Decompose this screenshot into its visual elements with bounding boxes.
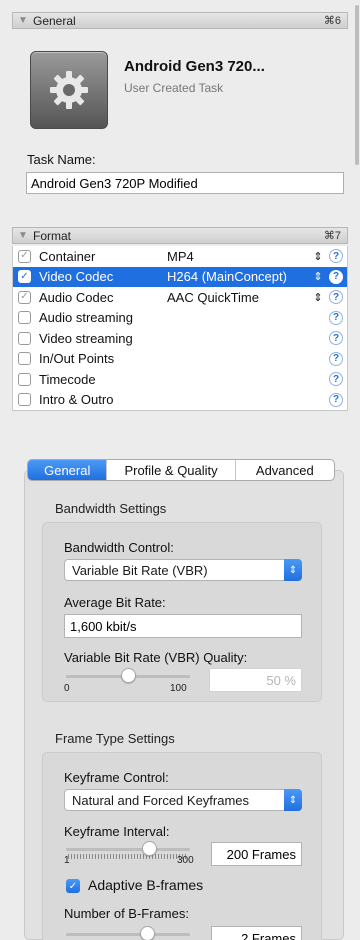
frame-type-group-title: Frame Type Settings xyxy=(55,731,175,746)
chevron-updown-icon: ⇕ xyxy=(284,789,302,811)
task-subtitle: User Created Task xyxy=(124,81,224,95)
format-row-label: Video Codec xyxy=(39,269,114,285)
format-row[interactable]: Intro & Outro? xyxy=(13,390,347,411)
disclosure-triangle-icon[interactable]: ▼ xyxy=(13,230,33,241)
format-row[interactable]: In/Out Points? xyxy=(13,349,347,370)
interval-slider-max: 300 xyxy=(177,855,194,866)
format-row-label: Audio Codec xyxy=(39,289,114,305)
keyframe-interval-slider-knob[interactable] xyxy=(142,841,158,856)
average-bit-rate-input[interactable] xyxy=(64,614,302,638)
keyframe-control-select[interactable]: Natural and Forced Keyframes ⇕ xyxy=(64,789,302,811)
general-shortcut: ⌘6 xyxy=(323,15,341,27)
format-row-label: Container xyxy=(39,248,96,264)
help-icon[interactable]: ? xyxy=(329,392,343,407)
format-row-label: Intro & Outro xyxy=(39,392,114,408)
chevron-updown-icon[interactable]: ⇕ xyxy=(311,250,325,263)
general-section-header[interactable]: ▼ General ⌘6 xyxy=(12,12,348,29)
gear-icon xyxy=(30,51,108,129)
bandwidth-group-title: Bandwidth Settings xyxy=(55,501,167,516)
bframes-input[interactable] xyxy=(211,926,302,940)
general-section-body: Android Gen3 720... User Created Task Ta… xyxy=(12,31,348,209)
bandwidth-control-value: Variable Bit Rate (VBR) xyxy=(72,562,208,578)
bandwidth-control-label: Bandwidth Control: xyxy=(64,540,174,555)
help-icon[interactable]: ? xyxy=(329,249,343,264)
chevron-updown-icon[interactable]: ⇕ xyxy=(311,291,325,304)
keyframe-interval-label: Keyframe Interval: xyxy=(64,824,170,839)
format-row-checkbox[interactable] xyxy=(18,393,31,407)
settings-tabs: General Profile & Quality Advanced xyxy=(27,459,335,481)
checkmark-icon[interactable]: ✓ xyxy=(18,270,31,284)
format-row-label: Timecode xyxy=(39,371,96,387)
format-row-checkbox[interactable] xyxy=(18,331,31,345)
tab-general[interactable]: General xyxy=(28,460,108,480)
format-list: ✓ Container MP4 ⇕? ✓ Video Codec H264 (MainCon… xyxy=(12,246,348,411)
format-shortcut: ⌘7 xyxy=(323,230,341,242)
task-name-label: Task Name: xyxy=(27,152,96,167)
bframes-slider[interactable] xyxy=(66,933,190,936)
help-icon[interactable]: ? xyxy=(329,372,343,387)
help-icon[interactable]: ? xyxy=(329,269,343,284)
vbr-quality-slider-knob[interactable] xyxy=(121,668,136,683)
general-section-title: General xyxy=(33,13,76,28)
keyframe-interval-ticks xyxy=(68,854,186,859)
format-row-label: Video streaming xyxy=(39,330,133,346)
help-icon[interactable]: ? xyxy=(329,351,343,366)
format-row-value[interactable]: AAC QuickTime xyxy=(167,290,311,305)
task-title: Android Gen3 720... xyxy=(124,58,265,75)
scrollbar[interactable] xyxy=(354,0,360,170)
tab-advanced[interactable]: Advanced xyxy=(236,460,334,480)
format-row-label: In/Out Points xyxy=(39,351,115,367)
help-icon[interactable]: ? xyxy=(329,310,343,325)
task-name-input[interactable] xyxy=(26,172,344,194)
format-row[interactable]: Audio streaming? xyxy=(13,308,347,329)
format-row-value[interactable]: MP4 xyxy=(167,249,311,264)
format-row-value[interactable]: H264 (MainConcept) xyxy=(167,269,311,284)
vbr-quality-label: Variable Bit Rate (VBR) Quality: xyxy=(64,650,248,665)
keyframe-control-label: Keyframe Control: xyxy=(64,770,169,785)
vbr-quality-input[interactable] xyxy=(209,668,302,692)
disclosure-triangle-icon[interactable]: ▼ xyxy=(13,15,33,26)
format-row-checkbox[interactable] xyxy=(18,352,31,366)
vbr-slider-min: 0 xyxy=(64,683,70,694)
keyframe-interval-slider[interactable] xyxy=(66,848,190,851)
average-bit-rate-label: Average Bit Rate: xyxy=(64,595,166,610)
format-row[interactable]: Timecode? xyxy=(13,369,347,390)
adaptive-bframes-label: Adaptive B-frames xyxy=(88,877,204,893)
chevron-updown-icon[interactable]: ⇕ xyxy=(311,270,325,283)
checkmark-icon[interactable]: ✓ xyxy=(18,290,31,304)
adaptive-bframes-checkbox[interactable]: ✓ xyxy=(66,879,80,893)
format-row-checkbox[interactable] xyxy=(18,311,31,325)
scrollbar-thumb[interactable] xyxy=(355,5,359,165)
format-section-header[interactable]: ▼ Format ⌘7 xyxy=(12,227,348,244)
vbr-slider-max: 100 xyxy=(170,683,187,694)
help-icon[interactable]: ? xyxy=(329,290,343,305)
format-section-title: Format xyxy=(33,228,72,243)
checkmark-icon[interactable]: ✓ xyxy=(18,249,31,263)
bandwidth-control-select[interactable]: Variable Bit Rate (VBR) ⇕ xyxy=(64,559,302,581)
interval-slider-min: 1 xyxy=(64,855,70,866)
format-row[interactable]: Video streaming? xyxy=(13,328,347,349)
format-row[interactable]: ✓ Container MP4 ⇕? xyxy=(13,246,347,267)
format-row[interactable]: ✓ Video Codec H264 (MainConcept) ⇕? xyxy=(13,266,347,287)
format-row-checkbox[interactable] xyxy=(18,372,31,386)
tab-profile-quality[interactable]: Profile & Quality xyxy=(107,460,236,480)
format-row-label: Audio streaming xyxy=(39,310,133,326)
help-icon[interactable]: ? xyxy=(329,331,343,346)
format-row[interactable]: ✓ Audio Codec AAC QuickTime ⇕? xyxy=(13,287,347,308)
keyframe-control-value: Natural and Forced Keyframes xyxy=(72,792,250,808)
keyframe-interval-input[interactable] xyxy=(211,842,302,866)
bframes-slider-knob[interactable] xyxy=(140,926,155,940)
chevron-updown-icon: ⇕ xyxy=(284,559,302,581)
bframes-label: Number of B-Frames: xyxy=(64,906,189,921)
